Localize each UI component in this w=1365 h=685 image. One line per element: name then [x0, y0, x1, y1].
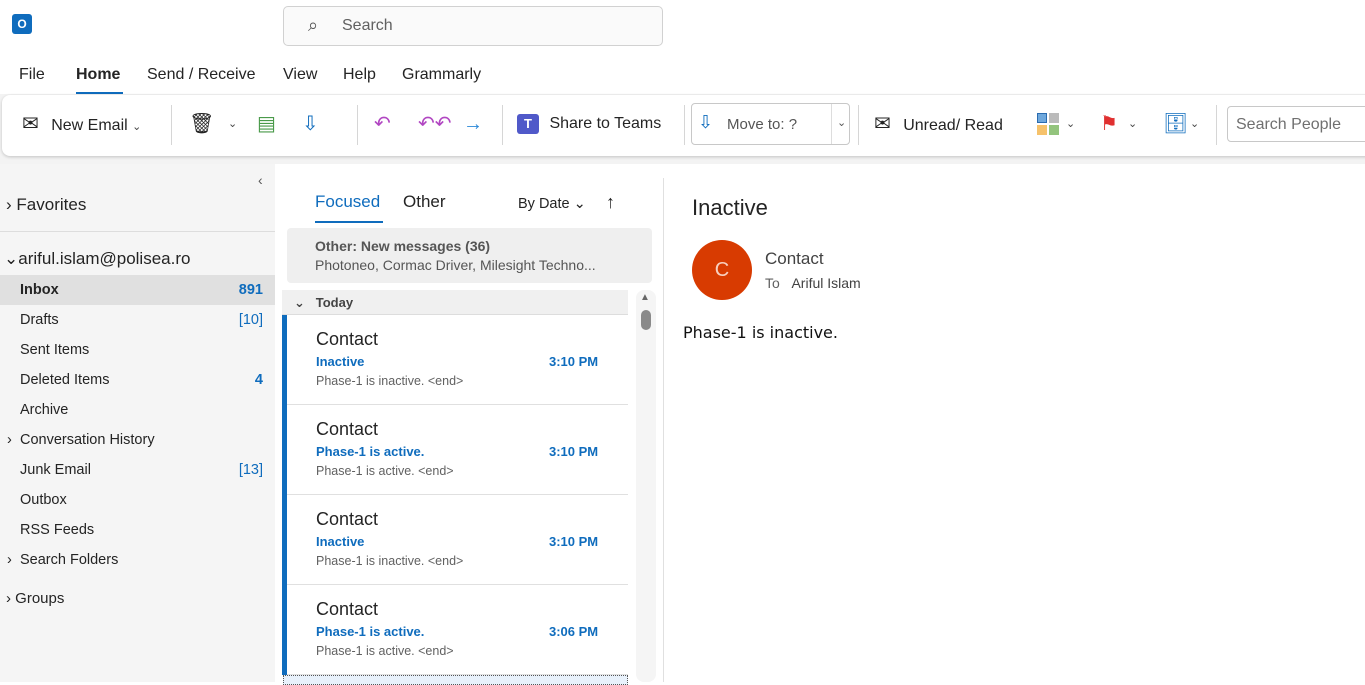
divider: [357, 105, 358, 145]
teams-icon: T: [517, 114, 539, 134]
divider: [502, 105, 503, 145]
new-email-icon: ✉: [22, 113, 39, 135]
menu-file[interactable]: File: [19, 66, 45, 84]
flag-icon[interactable]: ⚑: [1100, 113, 1118, 135]
divider: [684, 105, 685, 145]
message-item[interactable]: [283, 675, 628, 685]
categorize-icon[interactable]: [1037, 113, 1059, 135]
menu-home[interactable]: Home: [76, 66, 120, 84]
new-email-button[interactable]: ✉ New Email ⌄: [22, 113, 141, 135]
search-input[interactable]: ⌕ Search: [283, 6, 663, 46]
sender-avatar[interactable]: C: [692, 240, 752, 300]
scrollbar-thumb[interactable]: [641, 310, 651, 330]
message-item[interactable]: Contact Inactive 3:10 PM Phase-1 is inactiv…: [282, 495, 628, 585]
menu-grammarly[interactable]: Grammarly: [402, 66, 481, 84]
new-email-label: New Email: [51, 117, 128, 134]
folder-drafts[interactable]: Drafts [10]: [0, 305, 275, 335]
groups-label: Groups: [15, 590, 65, 607]
move-folder-icon: ⇩: [698, 112, 714, 132]
groups-group[interactable]: › Groups: [6, 590, 64, 607]
tab-focused[interactable]: Focused: [315, 192, 380, 212]
menu-view[interactable]: View: [283, 66, 317, 84]
folder-archive[interactable]: Archive: [0, 395, 275, 425]
folder-outbox[interactable]: Outbox: [0, 485, 275, 515]
reply-icon[interactable]: ↶: [374, 113, 391, 135]
menu-send-receive[interactable]: Send / Receive: [147, 66, 256, 84]
recipient-line: To Ariful Islam: [765, 275, 861, 291]
folder-rss-feeds[interactable]: RSS Feeds: [0, 515, 275, 545]
message-body: Phase-1 is inactive.: [683, 323, 838, 342]
chevron-right-icon: ›: [6, 590, 11, 607]
banner-title: Other: New messages (36): [315, 238, 491, 254]
account-group[interactable]: ⌄ariful.islam@polisea.ro: [4, 249, 190, 269]
move-to-label: Move to: ?: [727, 116, 798, 133]
chevron-down-icon[interactable]: ⌄: [1190, 113, 1199, 135]
chevron-down-icon[interactable]: ⌄: [837, 116, 846, 129]
unread-read-label: Unread/ Read: [903, 117, 1003, 134]
folder-deleted-items[interactable]: Deleted Items 4: [0, 365, 275, 395]
item-count: [13]: [238, 462, 263, 478]
group-header-today[interactable]: ⌄ Today: [282, 290, 628, 315]
message-item[interactable]: Contact Inactive 3:10 PM Phase-1 is inactiv…: [282, 315, 628, 405]
tab-other[interactable]: Other: [403, 192, 446, 212]
folder-search-folders[interactable]: › Search Folders: [0, 545, 275, 575]
chevron-down-icon[interactable]: ⌄: [132, 121, 141, 133]
archive-icon[interactable]: ▤: [257, 113, 276, 135]
chevron-down-icon[interactable]: ⌄: [228, 113, 237, 135]
move-icon[interactable]: ⇩: [302, 113, 319, 135]
search-icon: ⌕: [308, 15, 319, 35]
outlook-logo-icon: O: [12, 14, 32, 34]
recipient-name[interactable]: Ariful Islam: [791, 275, 860, 291]
item-count: [10]: [238, 312, 263, 328]
search-people-input[interactable]: Search People: [1227, 106, 1365, 142]
message-item[interactable]: Contact Phase-1 is active. 3:10 PM Phase-1 …: [282, 405, 628, 495]
envelope-open-icon: ✉: [874, 113, 891, 135]
divider: [858, 105, 859, 145]
menu-help[interactable]: Help: [343, 66, 376, 84]
sort-direction-icon[interactable]: ↑: [606, 192, 615, 213]
chevron-down-icon[interactable]: ⌄: [1128, 113, 1137, 135]
folder-inbox[interactable]: Inbox 891: [0, 275, 275, 305]
message-item[interactable]: Contact Phase-1 is active. 3:06 PM Phase-1 …: [282, 585, 628, 675]
reply-all-icon[interactable]: ↶↶: [418, 113, 452, 135]
banner-senders: Photoneo, Cormac Driver, Milesight Techn…: [315, 257, 596, 273]
scrollbar[interactable]: ▲: [636, 290, 656, 682]
other-messages-banner[interactable]: Other: New messages (36) Photoneo, Corma…: [287, 228, 652, 283]
move-to-dropdown[interactable]: ⇩ Move to: ? ⌄: [691, 103, 850, 145]
reading-pane-divider: [663, 178, 664, 682]
unread-count: 4: [254, 372, 263, 388]
folder-junk-email[interactable]: Junk Email [13]: [0, 455, 275, 485]
rules-icon[interactable]: 🗄: [1163, 113, 1188, 135]
chevron-right-icon: ›: [6, 195, 12, 214]
sort-by-date-dropdown[interactable]: By Date ⌄: [518, 196, 586, 212]
collapse-pane-icon[interactable]: ‹: [258, 172, 263, 188]
chevron-right-icon[interactable]: ›: [7, 425, 12, 455]
folder-sent-items[interactable]: Sent Items: [0, 335, 275, 365]
unread-read-button[interactable]: ✉ Unread/ Read: [874, 113, 1003, 135]
chevron-right-icon[interactable]: ›: [7, 545, 12, 575]
divider: [171, 105, 172, 145]
divider: [0, 231, 275, 232]
chevron-down-icon: ⌄: [294, 295, 305, 310]
unread-count: 891: [238, 282, 263, 298]
search-placeholder: Search: [342, 17, 393, 34]
share-to-teams-button[interactable]: T Share to Teams: [517, 113, 661, 135]
forward-icon[interactable]: →: [463, 113, 483, 135]
favorites-label: Favorites: [16, 195, 87, 214]
chevron-down-icon[interactable]: ⌄: [1066, 113, 1075, 135]
chevron-down-icon: ⌄: [4, 249, 19, 268]
delete-icon[interactable]: 🗑: [189, 113, 214, 135]
sender-name[interactable]: Contact: [765, 249, 824, 269]
scroll-up-icon[interactable]: ▲: [640, 292, 650, 303]
divider: [1216, 105, 1217, 145]
active-tab-indicator: [315, 221, 383, 223]
chevron-down-icon: ⌄: [573, 196, 586, 212]
favorites-group[interactable]: › Favorites: [6, 195, 86, 215]
message-subject: Inactive: [692, 195, 768, 220]
share-to-teams-label: Share to Teams: [549, 115, 662, 132]
folder-conversation-history[interactable]: › Conversation History: [0, 425, 275, 455]
account-label: ariful.islam@polisea.ro: [18, 249, 191, 268]
